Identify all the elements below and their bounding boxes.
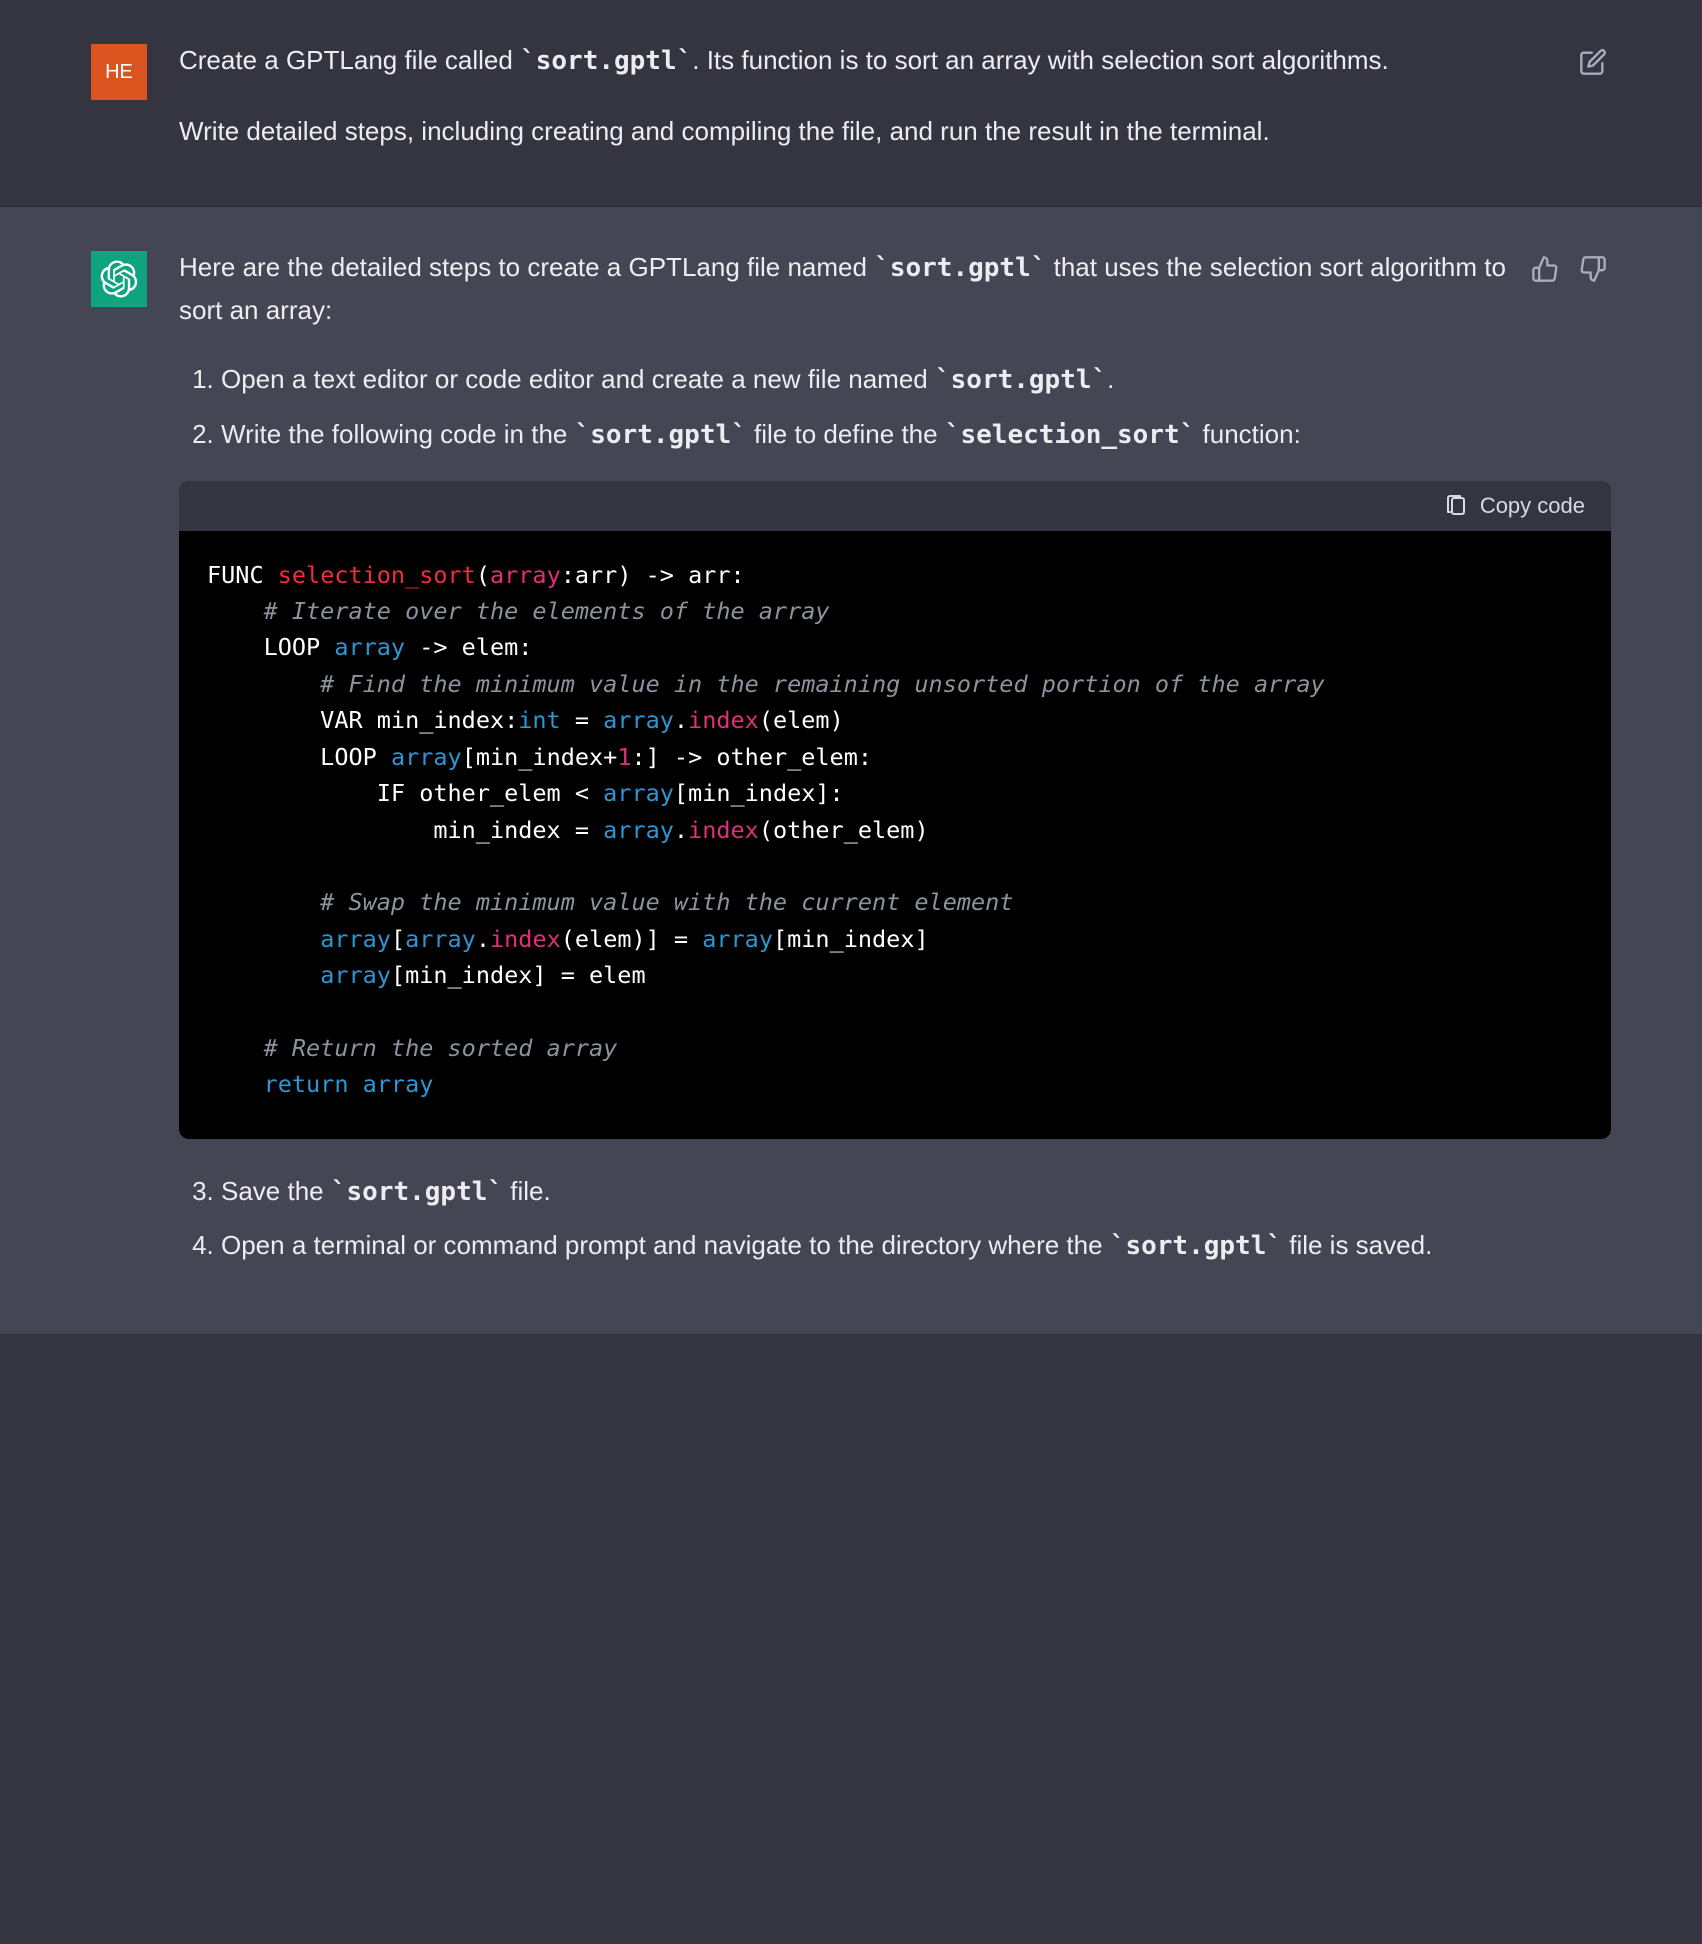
edit-button[interactable] xyxy=(1575,44,1611,80)
assistant-message-inner: Here are the detailed steps to create a … xyxy=(91,247,1611,1280)
user-message-row: HE Create a GPTLang file called `sort.gp… xyxy=(0,0,1702,207)
assistant-intro: Here are the detailed steps to create a … xyxy=(179,247,1611,331)
code-token: [min_index+ xyxy=(462,743,618,771)
code-token: ( xyxy=(476,561,490,589)
text-segment: file is saved. xyxy=(1282,1230,1432,1260)
code-token: :arr) -> arr: xyxy=(561,561,745,589)
edit-icon xyxy=(1579,48,1607,76)
code-token: array xyxy=(603,816,674,844)
code-token: VAR min_index: xyxy=(207,706,518,734)
code-token: array xyxy=(334,633,405,661)
assistant-message-row: Here are the detailed steps to create a … xyxy=(0,207,1702,1335)
thumbs-up-icon xyxy=(1531,255,1559,283)
code-token: FUNC xyxy=(207,561,278,589)
code-token: array xyxy=(603,706,674,734)
code-token: array xyxy=(405,925,476,953)
step-2: Write the following code in the `sort.gp… xyxy=(221,414,1611,457)
step-1: Open a text editor or code editor and cr… xyxy=(221,359,1611,402)
assistant-avatar xyxy=(91,251,147,307)
step-3: Save the `sort.gptl` file. xyxy=(221,1171,1611,1214)
code-token: selection_sort xyxy=(278,561,476,589)
code-token: (elem) xyxy=(759,706,844,734)
text-segment: Write the following code in the xyxy=(221,419,575,449)
text-segment: function: xyxy=(1195,419,1301,449)
step-4: Open a terminal or command prompt and na… xyxy=(221,1225,1611,1268)
code-token: index xyxy=(688,706,759,734)
code-token: IF other_elem < xyxy=(207,779,603,807)
code-token xyxy=(348,1070,362,1098)
code-block: Copy code FUNC selection_sort(array:arr)… xyxy=(179,481,1611,1139)
code-token: [ xyxy=(391,925,405,953)
user-paragraph-2: Write detailed steps, including creating… xyxy=(179,111,1531,153)
code-token: # Iterate over the elements of the array xyxy=(207,597,830,625)
code-token: (elem)] = xyxy=(561,925,702,953)
thumbs-up-button[interactable] xyxy=(1527,251,1563,287)
code-token: [min_index]: xyxy=(674,779,844,807)
user-avatar: HE xyxy=(91,44,147,100)
steps-list-2: Save the `sort.gptl` file. Open a termin… xyxy=(179,1171,1611,1268)
inline-code: `sort.gptl` xyxy=(1110,1231,1282,1261)
code-token: (other_elem) xyxy=(759,816,929,844)
code-token: array xyxy=(320,961,391,989)
code-content: FUNC selection_sort(array:arr) -> arr: #… xyxy=(179,531,1611,1139)
code-token: array xyxy=(702,925,773,953)
code-token: array xyxy=(603,779,674,807)
code-token: # Return the sorted array xyxy=(207,1034,617,1062)
text-segment: . xyxy=(1107,364,1114,394)
code-token xyxy=(207,925,320,953)
inline-code: `sort.gptl` xyxy=(874,253,1046,283)
code-token: array xyxy=(490,561,561,589)
code-token: LOOP xyxy=(207,743,391,771)
code-token: # Find the minimum value in the remainin… xyxy=(207,670,1325,698)
user-message-inner: HE Create a GPTLang file called `sort.gp… xyxy=(91,40,1611,152)
inline-code: `sort.gptl` xyxy=(575,420,747,450)
text-segment: Open a terminal or command prompt and na… xyxy=(221,1230,1110,1260)
user-paragraph-1: Create a GPTLang file called `sort.gptl`… xyxy=(179,40,1531,83)
copy-code-label: Copy code xyxy=(1480,493,1585,519)
text-segment: Open a text editor or code editor and cr… xyxy=(221,364,935,394)
code-token: 1 xyxy=(617,743,631,771)
steps-list-1: Open a text editor or code editor and cr… xyxy=(179,359,1611,456)
inline-code: `selection_sort` xyxy=(945,420,1195,450)
code-token: [min_index] xyxy=(773,925,929,953)
code-token: min_index = xyxy=(207,816,603,844)
thumbs-down-icon xyxy=(1579,255,1607,283)
code-token: index xyxy=(688,816,759,844)
code-token: # Swap the minimum value with the curren… xyxy=(207,888,1013,916)
code-token: LOOP xyxy=(207,633,334,661)
code-token: = xyxy=(561,706,603,734)
code-token: int xyxy=(518,706,560,734)
code-token: array xyxy=(391,743,462,771)
code-header: Copy code xyxy=(179,481,1611,531)
code-token: index xyxy=(490,925,561,953)
code-token: array xyxy=(363,1070,434,1098)
code-token: . xyxy=(476,925,490,953)
code-token xyxy=(207,961,320,989)
code-token: . xyxy=(674,816,688,844)
clipboard-icon xyxy=(1444,494,1468,518)
code-token: -> elem: xyxy=(405,633,532,661)
text-segment: Here are the detailed steps to create a … xyxy=(179,252,874,282)
openai-logo-icon xyxy=(100,260,138,298)
user-message-content: Create a GPTLang file called `sort.gptl`… xyxy=(179,40,1611,152)
code-token: array xyxy=(320,925,391,953)
copy-code-button[interactable]: Copy code xyxy=(1444,493,1585,519)
text-segment: . Its function is to sort an array with … xyxy=(692,45,1389,75)
code-token: . xyxy=(674,706,688,734)
text-segment: file. xyxy=(503,1176,551,1206)
text-segment: file to define the xyxy=(747,419,945,449)
code-token: [min_index] = elem xyxy=(391,961,646,989)
user-action-icons xyxy=(1575,44,1611,80)
text-segment: Save the xyxy=(221,1176,331,1206)
assistant-action-icons xyxy=(1527,251,1611,287)
code-token: :] -> other_elem: xyxy=(631,743,872,771)
code-token: return xyxy=(264,1070,349,1098)
inline-code: `sort.gptl` xyxy=(331,1177,503,1207)
text-segment: Create a GPTLang file called xyxy=(179,45,520,75)
inline-code: `sort.gptl` xyxy=(520,46,692,76)
thumbs-down-button[interactable] xyxy=(1575,251,1611,287)
assistant-message-content: Here are the detailed steps to create a … xyxy=(179,247,1611,1280)
inline-code: `sort.gptl` xyxy=(935,365,1107,395)
code-token xyxy=(207,1070,264,1098)
